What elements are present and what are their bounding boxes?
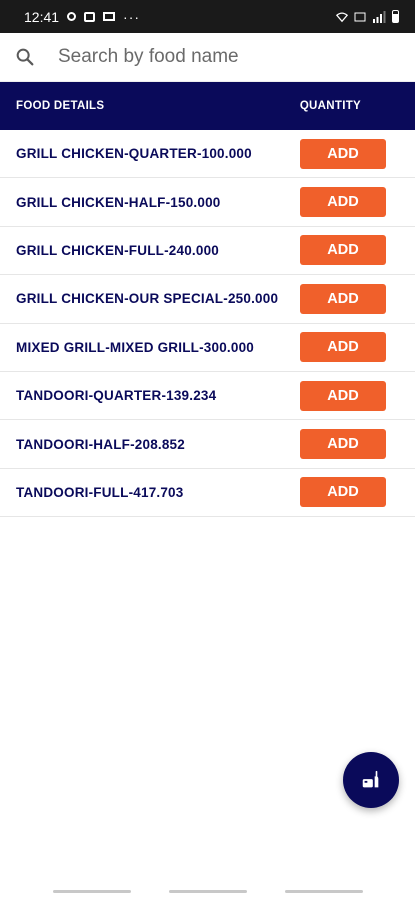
food-item-label: GRILL CHICKEN-HALF-150.000	[16, 194, 221, 210]
monitor-icon	[103, 12, 116, 21]
add-button[interactable]: ADD	[300, 429, 386, 460]
food-item-label: TANDOORI-QUARTER-139.234	[16, 388, 217, 404]
system-nav-bar	[0, 884, 415, 900]
column-header-quantity: QUANTITY	[299, 100, 361, 112]
volte-icon	[354, 12, 366, 21]
nav-recent-indicator[interactable]	[53, 890, 131, 893]
add-button[interactable]: ADD	[300, 138, 386, 169]
search-bar	[0, 33, 415, 82]
column-header-food-details: FOOD DETAILS	[16, 100, 105, 112]
nav-back-indicator[interactable]	[285, 890, 363, 893]
cart-fab-button[interactable]	[343, 752, 399, 808]
status-left: 12:41 ···	[24, 9, 140, 25]
search-input[interactable]	[56, 45, 380, 69]
status-bar: 12:41 ···	[0, 0, 415, 33]
food-row: TANDOORI-FULL-417.703 ADD	[0, 469, 415, 518]
food-row: TANDOORI-HALF-208.852 ADD	[0, 420, 415, 469]
add-button[interactable]: ADD	[300, 235, 386, 266]
nav-home-indicator[interactable]	[169, 890, 247, 893]
food-row: MIXED GRILL-MIXED GRILL-300.000 ADD	[0, 324, 415, 372]
food-row: GRILL CHICKEN-QUARTER-100.000 ADD	[0, 130, 415, 179]
whatsapp-icon	[67, 12, 77, 21]
image-icon	[84, 11, 96, 22]
add-button[interactable]: ADD	[300, 187, 386, 218]
food-item-label: GRILL CHICKEN-FULL-240.000	[16, 242, 219, 258]
battery-icon	[392, 10, 399, 23]
food-row: GRILL CHICKEN-HALF-150.000 ADD	[0, 178, 415, 227]
wifi-icon	[336, 12, 348, 22]
add-button[interactable]: ADD	[300, 477, 386, 508]
food-row: TANDOORI-QUARTER-139.234 ADD	[0, 372, 415, 421]
food-item-label: MIXED GRILL-MIXED GRILL-300.000	[16, 339, 254, 355]
food-cart-icon	[362, 770, 379, 788]
signal-icon	[373, 10, 386, 23]
table-header: FOOD DETAILS QUANTITY	[0, 82, 415, 130]
add-button[interactable]: ADD	[300, 380, 386, 411]
search-icon[interactable]	[14, 46, 36, 68]
food-list: GRILL CHICKEN-QUARTER-100.000 ADD GRILL …	[0, 130, 415, 518]
status-time: 12:41	[24, 8, 60, 25]
food-item-label: GRILL CHICKEN-OUR SPECIAL-250.000	[16, 291, 279, 307]
status-right	[336, 10, 399, 23]
food-item-label: TANDOORI-HALF-208.852	[16, 436, 185, 452]
food-item-label: GRILL CHICKEN-QUARTER-100.000	[16, 146, 252, 162]
more-dots-icon: ···	[123, 8, 141, 25]
food-row: GRILL CHICKEN-OUR SPECIAL-250.000 ADD	[0, 275, 415, 324]
food-item-label: TANDOORI-FULL-417.703	[16, 484, 184, 500]
add-button[interactable]: ADD	[300, 332, 386, 363]
add-button[interactable]: ADD	[300, 283, 386, 314]
food-row: GRILL CHICKEN-FULL-240.000 ADD	[0, 227, 415, 276]
